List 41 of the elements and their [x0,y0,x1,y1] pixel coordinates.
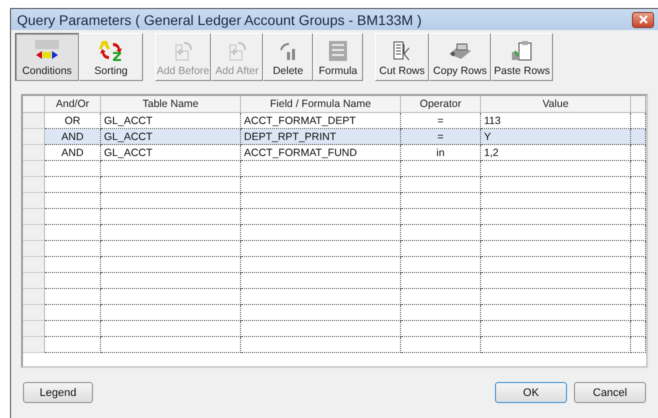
row-header[interactable] [23,305,45,321]
view-tab[interactable]: Conditions [15,33,79,81]
row-header[interactable] [23,145,45,161]
toolbar-button[interactable]: Paste Rows [491,33,553,81]
sort-arrows-icon [99,40,123,62]
legend-button[interactable]: Legend [23,382,93,403]
view-tab[interactable]: Sorting [79,33,143,81]
column-header: Operator [401,96,481,113]
cancel-button[interactable]: Cancel [574,382,646,403]
row-header[interactable] [23,337,45,353]
empty-cell [631,337,646,353]
row-header[interactable] [23,161,45,177]
grid-row[interactable]: AND GL_ACCT DEPT_RPT_PRINT = Y [23,129,646,145]
column-header: And/Or [45,96,101,113]
row-header[interactable] [23,177,45,193]
row-header[interactable] [23,257,45,273]
row-header[interactable] [23,289,45,305]
toolbar-button[interactable]: Copy Rows [429,33,491,81]
grid-row[interactable]: OR GL_ACCT ACCT_FORMAT_DEPT = 113 [23,113,646,129]
toolbar-button[interactable]: Delete [263,33,313,81]
row-header[interactable] [23,129,45,145]
row-header[interactable] [23,113,45,129]
row-header[interactable] [23,321,45,337]
toolbar-button[interactable]: Formula [313,33,363,81]
ok-button[interactable]: OK [495,382,567,403]
row-header[interactable] [23,193,45,209]
row-header[interactable] [23,225,45,241]
clipboard-icon [510,40,534,62]
and-or-equals-icon [33,40,61,62]
formula-board-icon [327,40,349,62]
column-header: Field / Formula Name [241,96,401,113]
column-header: Table Name [101,96,241,113]
close-button[interactable] [632,12,654,28]
close-icon [638,15,648,24]
row-header[interactable] [23,241,45,257]
column-header: Value [481,96,631,113]
row-header[interactable] [23,209,45,225]
row-header[interactable] [23,273,45,289]
toolbar-button[interactable]: Cut Rows [375,33,429,81]
grid-row[interactable]: AND GL_ACCT ACCT_FORMAT_FUND in 1,2 [23,145,646,161]
window-title: Query Parameters ( General Ledger Account Groups - BM133M ) [17,12,422,28]
